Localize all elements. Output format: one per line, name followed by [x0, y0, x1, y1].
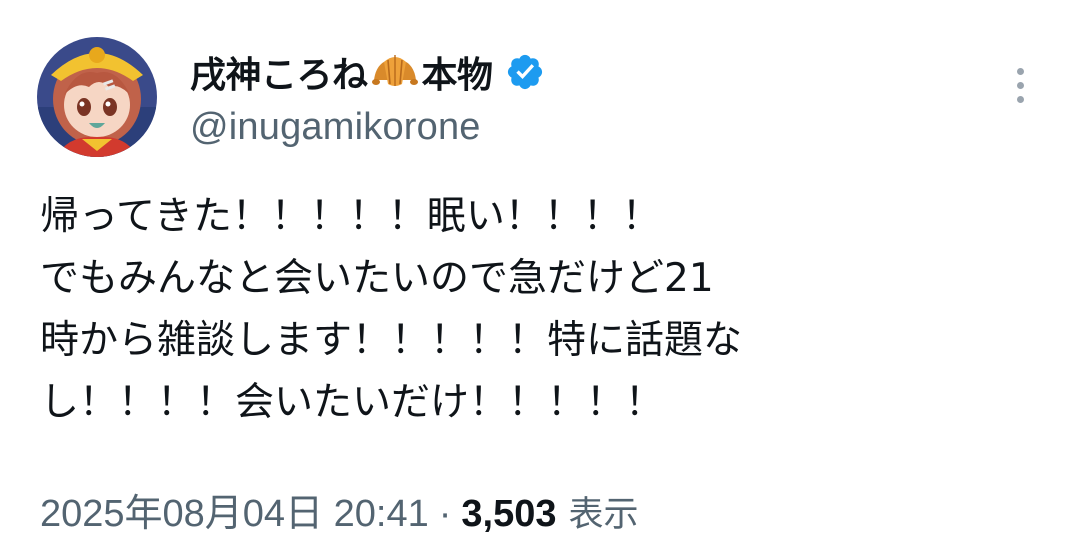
- views-count[interactable]: 3,503: [461, 493, 556, 536]
- tweet-text-line: でもみんなと会いたいので急だけど21: [40, 256, 714, 301]
- tweet-card: 戌神ころね 本物 @inugamikorone 帰ってきた！！！！！眠い！！！！…: [0, 0, 1080, 560]
- verified-badge-icon[interactable]: [505, 52, 545, 92]
- more-vertical-icon-dot: [1016, 81, 1024, 89]
- more-options-button[interactable]: [1003, 60, 1037, 110]
- croissant-icon: [370, 50, 420, 94]
- tweet-text-line: し！！！！会いたいだけ！！！！！: [40, 380, 665, 425]
- tweet-timestamp[interactable]: 2025年08月04日 20:41: [40, 482, 429, 537]
- author-name-suffix[interactable]: 本物: [422, 46, 494, 98]
- meta-separator: ·: [438, 493, 452, 535]
- more-vertical-icon: [1016, 67, 1024, 75]
- tweet-text-line: 時から雑談します！！！！！特に話題な: [40, 318, 743, 363]
- views-label: 表示: [568, 495, 639, 535]
- author-info: 戌神ころね 本物 @inugamikorone: [190, 46, 545, 149]
- author-display-name[interactable]: 戌神ころね: [190, 46, 368, 98]
- tweet-meta: 2025年08月04日 20:41 · 3,503 表示: [40, 482, 639, 537]
- tweet-text-line: 帰ってきた！！！！！眠い！！！！: [40, 194, 661, 239]
- avatar[interactable]: [37, 37, 157, 157]
- author-name-row[interactable]: 戌神ころね 本物: [190, 46, 545, 98]
- avatar-image: [37, 37, 157, 157]
- tweet-text: 帰ってきた！！！！！眠い！！！！ でもみんなと会いたいので急だけど21 時から雑…: [40, 186, 1050, 434]
- more-vertical-icon-dot: [1016, 95, 1024, 103]
- author-handle[interactable]: @inugamikorone: [190, 106, 545, 149]
